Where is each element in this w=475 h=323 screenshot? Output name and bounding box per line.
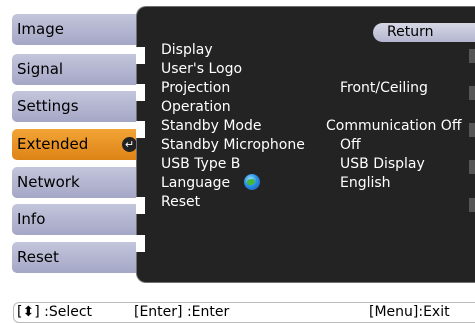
row-standby-microphone-value: Off (340, 137, 361, 153)
menu-item-label: Settings (17, 97, 79, 115)
row-usb-type-b[interactable]: USB Type B (161, 155, 240, 173)
key-help-bar: [⬍] :Select [Enter] :Enter [Menu]:Exit (13, 302, 475, 323)
menu-item-label: Info (17, 210, 46, 228)
select-hint: [⬍] :Select (17, 304, 93, 320)
row-standby-mode[interactable]: Standby Mode (161, 117, 261, 135)
globe-icon (244, 174, 260, 190)
row-users-logo[interactable]: User's Logo (161, 60, 242, 78)
menu-item-network[interactable]: Network (12, 167, 143, 198)
row-language[interactable]: Language (161, 174, 230, 192)
row-reset[interactable]: Reset (161, 193, 200, 211)
row-projection-value: Front/Ceiling (340, 80, 428, 96)
row-standby-microphone[interactable]: Standby Microphone (161, 136, 305, 154)
menu-item-signal[interactable]: Signal (12, 54, 143, 85)
row-standby-mode-value: Communication Off (326, 118, 462, 134)
edge-marker (469, 160, 475, 174)
row-operation[interactable]: Operation (161, 98, 231, 116)
menu-exit-hint: [Menu]:Exit (369, 304, 450, 320)
enter-hint: [Enter] :Enter (134, 304, 230, 320)
menu-item-label: Image (17, 20, 64, 38)
return-button[interactable]: Return (373, 23, 475, 42)
panel-notch (136, 84, 145, 101)
menu-item-reset[interactable]: Reset (12, 242, 143, 273)
edge-marker (469, 86, 475, 100)
menu-item-image[interactable]: Image (12, 14, 143, 45)
row-usb-type-b-value: USB Display (340, 156, 425, 172)
panel-notch (136, 235, 145, 252)
menu-item-extended[interactable]: Extended ↵ (12, 129, 143, 160)
edge-marker (469, 123, 475, 137)
row-projection[interactable]: Projection (161, 79, 230, 97)
menu-item-info[interactable]: Info (12, 204, 143, 235)
edge-marker (469, 49, 475, 63)
menu-item-label: Reset (17, 248, 59, 266)
row-display[interactable]: Display (161, 41, 213, 59)
menu-item-label: Network (17, 173, 80, 191)
row-language-value: English (340, 175, 391, 191)
menu-item-settings[interactable]: Settings (12, 91, 143, 122)
panel-notch (136, 121, 145, 138)
enter-return-icon: ↵ (122, 137, 137, 152)
menu-item-label: Extended (17, 135, 89, 153)
panel-notch (136, 47, 145, 64)
menu-item-label: Signal (17, 60, 64, 78)
edge-marker (469, 198, 475, 212)
panel-notch (136, 197, 145, 214)
